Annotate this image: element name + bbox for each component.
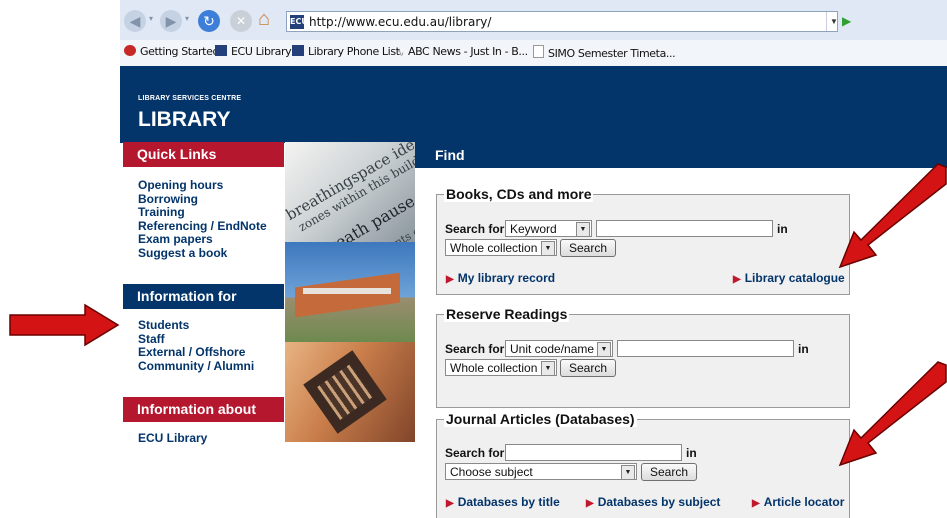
photo-building-entrance bbox=[285, 342, 415, 442]
favorite-abc-news[interactable]: ∿ ABC News - Just In - B... bbox=[396, 45, 528, 59]
stop-icon[interactable]: ✕ bbox=[230, 10, 252, 32]
journals-in-label: in bbox=[686, 446, 697, 460]
dropdown-arrow-icon: ▼ bbox=[541, 241, 555, 256]
databases-by-subject-link[interactable]: ▶ Databases by subject bbox=[586, 495, 720, 509]
reserve-scope-select[interactable]: Whole collection ▼ bbox=[445, 359, 557, 376]
back-arrow-icon[interactable]: ◀ bbox=[124, 10, 146, 32]
firefox-icon bbox=[124, 45, 136, 56]
reserve-search-for-label: Search for bbox=[445, 342, 505, 356]
books-scope-select[interactable]: Whole collection ▼ bbox=[445, 239, 557, 256]
triangle-right-icon: ▶ bbox=[752, 498, 760, 509]
reserve-search-button[interactable]: Search bbox=[560, 359, 616, 377]
go-play-icon[interactable]: ▶ bbox=[842, 12, 856, 31]
sidebar-link-external[interactable]: External / Offshore bbox=[138, 345, 245, 360]
annotation-arrow-left-icon bbox=[9, 303, 120, 347]
photo-building-exterior bbox=[285, 242, 415, 342]
address-url: http://www.ecu.edu.au/library/ bbox=[309, 15, 492, 29]
sidebar-link-staff[interactable]: Staff bbox=[138, 332, 165, 347]
address-dropdown-icon[interactable]: ▼ bbox=[826, 12, 841, 31]
building-shape bbox=[295, 272, 400, 318]
dropdown-arrow-icon: ▼ bbox=[621, 465, 635, 480]
books-search-type-select[interactable]: Keyword ▼ bbox=[505, 220, 592, 237]
favorite-ecu-library[interactable]: ECU Library bbox=[215, 45, 292, 58]
triangle-right-icon: ▶ bbox=[446, 498, 454, 509]
sidebar-link-community[interactable]: Community / Alumni bbox=[138, 359, 254, 374]
dropdown-arrow-icon: ▼ bbox=[597, 342, 611, 357]
favorite-getting-started[interactable]: Getting Started bbox=[124, 45, 219, 58]
annotation-arrow-lower-right-icon bbox=[838, 361, 947, 467]
journals-search-for-label: Search for bbox=[445, 446, 505, 460]
triangle-right-icon: ▶ bbox=[446, 274, 454, 285]
sidebar-link-suggest-book[interactable]: Suggest a book bbox=[138, 246, 227, 261]
annotation-arrow-upper-right-icon bbox=[838, 163, 947, 269]
forward-arrow-icon[interactable]: ▶ bbox=[160, 10, 182, 32]
favorite-simo-timetable[interactable]: SIMO Semester Timeta... bbox=[533, 45, 676, 60]
back-dropdown-icon[interactable]: ▾ bbox=[149, 14, 153, 23]
journals-search-button[interactable]: Search bbox=[641, 463, 697, 481]
home-icon[interactable]: ⌂ bbox=[258, 8, 270, 31]
sidebar-link-training[interactable]: Training bbox=[138, 205, 185, 220]
building-stripe bbox=[303, 288, 391, 294]
my-library-record-link[interactable]: ▶ My library record bbox=[446, 271, 555, 285]
photo-text-wall: breathingspace identity zones within thi… bbox=[285, 142, 415, 242]
address-bar[interactable]: ECU http://www.ecu.edu.au/library/ bbox=[286, 11, 838, 32]
favorite-library-phone-list[interactable]: Library Phone List bbox=[292, 45, 400, 58]
forward-dropdown-icon[interactable]: ▾ bbox=[185, 14, 189, 23]
sidebar-link-students[interactable]: Students bbox=[138, 318, 189, 333]
journals-panel-title: Journal Articles (Databases) bbox=[444, 411, 637, 427]
books-search-button[interactable]: Search bbox=[560, 239, 616, 257]
site-header bbox=[120, 66, 947, 143]
ecu-icon bbox=[292, 45, 304, 56]
triangle-right-icon: ▶ bbox=[733, 274, 741, 285]
information-about-heading: Information about bbox=[123, 397, 284, 422]
triangle-right-icon: ▶ bbox=[586, 498, 594, 509]
library-catalogue-link[interactable]: ▶ Library catalogue bbox=[733, 271, 845, 285]
sidebar-link-borrowing[interactable]: Borrowing bbox=[138, 192, 198, 207]
ecu-icon bbox=[215, 45, 227, 56]
reserve-search-type-select[interactable]: Unit code/name ▼ bbox=[505, 340, 613, 357]
site-favicon-icon: ECU bbox=[290, 15, 308, 29]
article-locator-link[interactable]: ▶ Article locator bbox=[752, 495, 844, 509]
header-subtitle: LIBRARY SERVICES CENTRE bbox=[138, 95, 242, 102]
refresh-icon[interactable]: ↻ bbox=[198, 10, 220, 32]
books-in-label: in bbox=[777, 222, 788, 236]
books-search-input[interactable] bbox=[596, 220, 773, 237]
sidebar-link-exam-papers[interactable]: Exam papers bbox=[138, 232, 213, 247]
quick-links-heading: Quick Links bbox=[123, 142, 284, 167]
reserve-search-input[interactable] bbox=[617, 340, 794, 357]
reserve-panel-title: Reserve Readings bbox=[444, 306, 570, 322]
information-for-heading: Information for bbox=[123, 284, 284, 309]
sidebar-link-ecu-library[interactable]: ECU Library bbox=[138, 431, 207, 446]
journals-subject-select[interactable]: Choose subject ▼ bbox=[445, 463, 637, 480]
books-panel-title: Books, CDs and more bbox=[444, 186, 594, 202]
sidebar-link-referencing[interactable]: Referencing / EndNote bbox=[138, 219, 267, 234]
dropdown-arrow-icon: ▼ bbox=[541, 361, 555, 376]
books-search-for-label: Search for bbox=[445, 222, 505, 236]
abc-icon: ∿ bbox=[396, 48, 404, 59]
page-icon bbox=[533, 45, 544, 58]
reserve-in-label: in bbox=[798, 342, 809, 356]
databases-by-title-link[interactable]: ▶ Databases by title bbox=[446, 495, 560, 509]
dropdown-arrow-icon: ▼ bbox=[576, 222, 590, 237]
header-title[interactable]: LIBRARY bbox=[138, 108, 231, 132]
sidebar-link-opening-hours[interactable]: Opening hours bbox=[138, 178, 223, 193]
journals-search-input[interactable] bbox=[505, 444, 682, 461]
